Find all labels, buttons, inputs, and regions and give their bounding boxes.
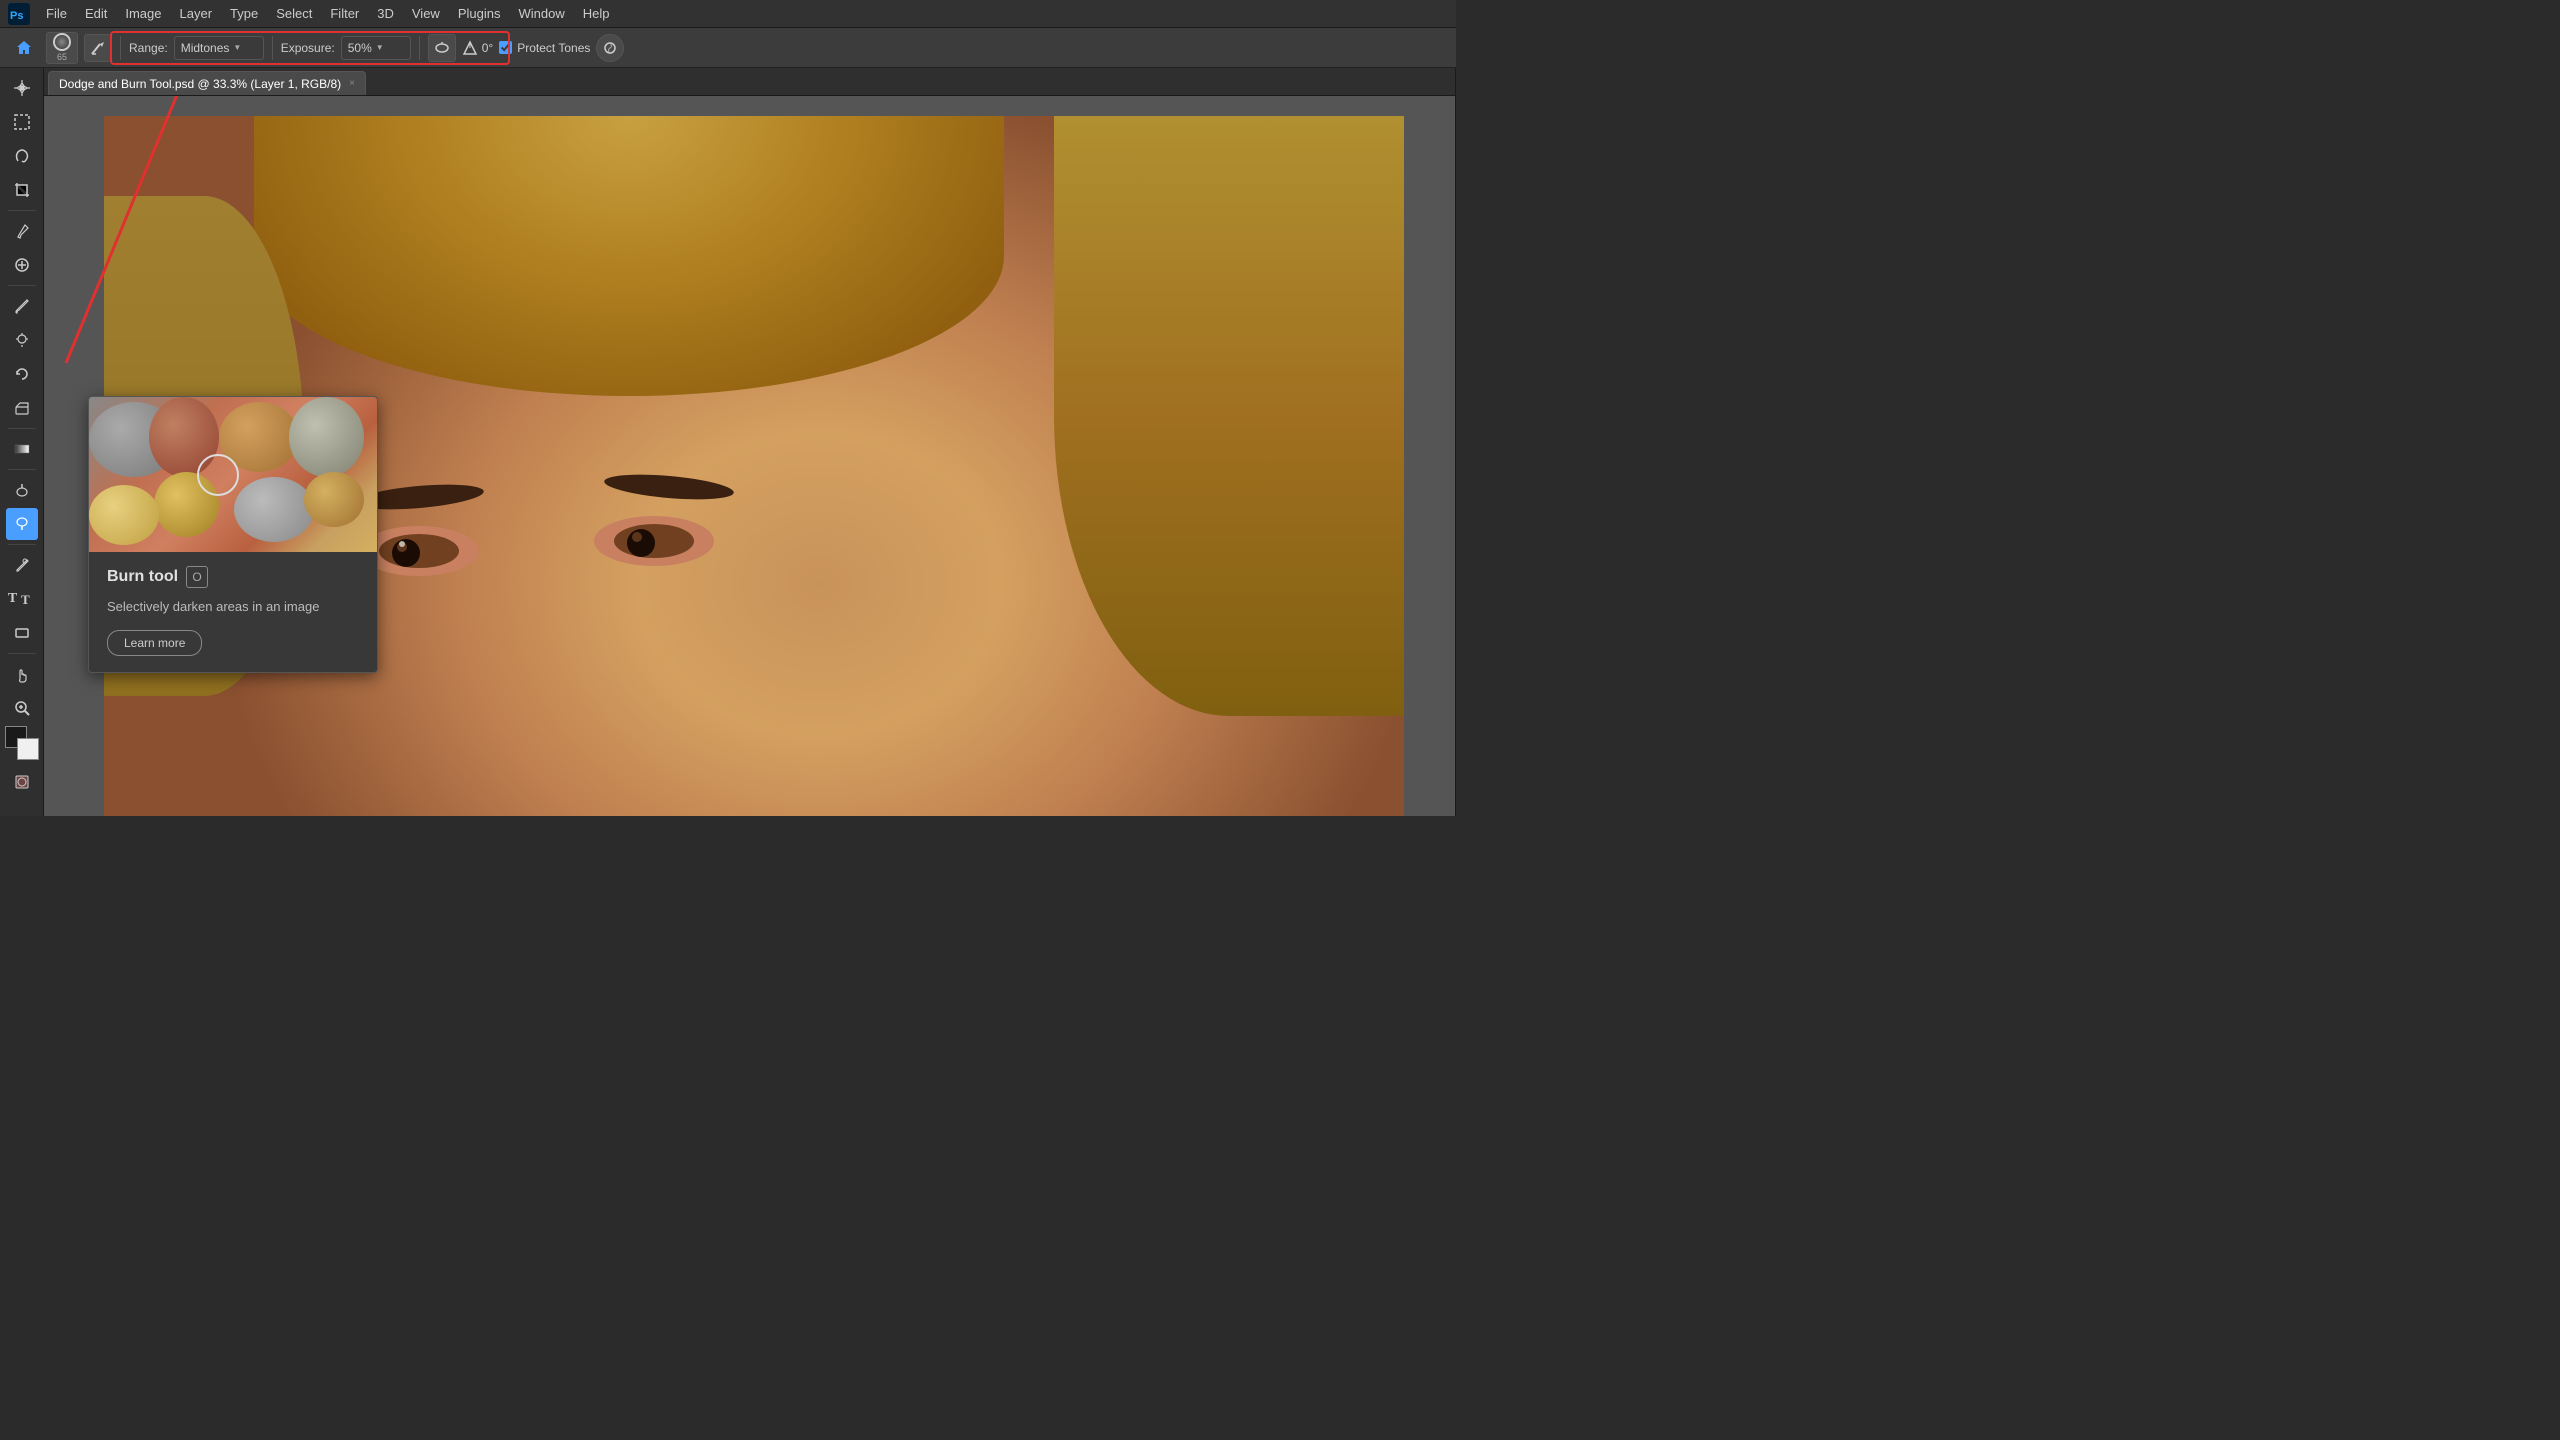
- angle-control[interactable]: 0°: [462, 40, 493, 56]
- brush-icon: [53, 33, 71, 51]
- tool-sep-2: [8, 285, 36, 286]
- menu-edit[interactable]: Edit: [77, 3, 115, 24]
- tooltip-tool-name: Burn tool: [107, 568, 178, 586]
- main-area: T T Dodge and Burn Tool.psd @ 33.3% (Lay…: [0, 68, 1456, 816]
- burn-tool-tooltip: Burn tool O Selectively darken areas in …: [88, 396, 378, 673]
- exposure-arrow-icon: ▼: [376, 43, 384, 52]
- tab-title: Dodge and Burn Tool.psd @ 33.3% (Layer 1…: [59, 77, 341, 91]
- canvas-eye-right: [594, 516, 714, 566]
- tool-lasso[interactable]: [6, 140, 38, 172]
- tool-brush[interactable]: [6, 290, 38, 322]
- tool-eyedropper[interactable]: [6, 215, 38, 247]
- airbrush-button[interactable]: [428, 34, 456, 62]
- right-panel: [1455, 68, 1456, 816]
- tool-clone[interactable]: [6, 324, 38, 356]
- menu-layer[interactable]: Layer: [172, 3, 221, 24]
- tooltip-learn-more-button[interactable]: Learn more: [107, 630, 202, 656]
- menu-filter[interactable]: Filter: [322, 3, 367, 24]
- menu-3d[interactable]: 3D: [369, 3, 402, 24]
- menu-bar: Ps File Edit Image Layer Type Select Fil…: [0, 0, 1456, 28]
- tool-history-brush[interactable]: [6, 358, 38, 390]
- protect-tones-checkbox[interactable]: [499, 41, 512, 54]
- range-arrow-icon: ▼: [233, 43, 241, 52]
- range-label: Range:: [129, 41, 168, 55]
- tool-healing[interactable]: [6, 249, 38, 281]
- tool-dodge[interactable]: [6, 474, 38, 506]
- tooltip-shortcut-key: O: [186, 566, 208, 588]
- protect-tones-label: Protect Tones: [517, 41, 590, 55]
- color-swatches[interactable]: [5, 726, 39, 760]
- separator-1: [120, 36, 121, 60]
- menu-select[interactable]: Select: [268, 3, 320, 24]
- stone-8: [89, 485, 159, 545]
- protect-tones-toggle[interactable]: Protect Tones: [499, 41, 590, 55]
- tool-eraser[interactable]: [6, 392, 38, 424]
- angle-icon: [462, 40, 478, 56]
- separator-3: [419, 36, 420, 60]
- left-toolbar: T T: [0, 68, 44, 816]
- tab-close-button[interactable]: ×: [349, 78, 355, 89]
- range-value: Midtones: [181, 41, 230, 55]
- brush-preset-picker[interactable]: 65: [46, 32, 78, 64]
- tool-burn[interactable]: [6, 508, 38, 540]
- range-dropdown[interactable]: Midtones ▼: [174, 36, 264, 60]
- canvas-hair-right: [1054, 116, 1404, 716]
- tooltip-preview-image: [89, 397, 377, 552]
- exposure-label: Exposure:: [281, 41, 335, 55]
- tool-type[interactable]: T T: [6, 583, 38, 615]
- tool-crop[interactable]: [6, 174, 38, 206]
- burn-cursor-circle: [197, 454, 239, 496]
- tooltip-body: Burn tool O Selectively darken areas in …: [89, 552, 377, 672]
- menu-type[interactable]: Type: [222, 3, 266, 24]
- tool-sep-1: [8, 210, 36, 211]
- separator-2: [272, 36, 273, 60]
- brush-size-label: 65: [57, 52, 67, 62]
- menu-view[interactable]: View: [404, 3, 448, 24]
- tool-pen[interactable]: [6, 549, 38, 581]
- brush-type-button[interactable]: [84, 34, 112, 62]
- tool-shape[interactable]: [6, 617, 38, 649]
- options-bar: 65 Range: Midtones ▼ Exposure: 50% ▼ 0° …: [0, 28, 1456, 68]
- menu-image[interactable]: Image: [117, 3, 169, 24]
- menu-file[interactable]: File: [38, 3, 75, 24]
- svg-text:Ps: Ps: [10, 10, 23, 22]
- tooltip-title-area: Burn tool O: [107, 566, 359, 588]
- vibrance-button[interactable]: [596, 34, 624, 62]
- quick-mask-button[interactable]: [6, 766, 38, 798]
- canvas-area[interactable]: Burn tool O Selectively darken areas in …: [44, 96, 1455, 816]
- tool-sep-6: [8, 653, 36, 654]
- exposure-value: 50%: [348, 41, 372, 55]
- angle-value: 0°: [482, 41, 493, 55]
- svg-text:T: T: [21, 592, 30, 607]
- exposure-dropdown[interactable]: 50% ▼: [341, 36, 411, 60]
- stone-7: [304, 472, 364, 527]
- tab-bar: Dodge and Burn Tool.psd @ 33.3% (Layer 1…: [44, 68, 1455, 96]
- tool-hand[interactable]: [6, 658, 38, 690]
- document-tab[interactable]: Dodge and Burn Tool.psd @ 33.3% (Layer 1…: [48, 71, 366, 95]
- menu-plugins[interactable]: Plugins: [450, 3, 509, 24]
- tool-sep-3: [8, 428, 36, 429]
- ps-logo-icon: Ps: [8, 3, 30, 25]
- tool-sep-5: [8, 544, 36, 545]
- tool-move[interactable]: [6, 72, 38, 104]
- stone-4: [289, 397, 364, 477]
- tool-sep-4: [8, 469, 36, 470]
- background-color[interactable]: [17, 738, 39, 760]
- stone-6: [234, 477, 314, 542]
- tooltip-description: Selectively darken areas in an image: [107, 598, 359, 616]
- workspace: Dodge and Burn Tool.psd @ 33.3% (Layer 1…: [44, 68, 1455, 816]
- tool-marquee[interactable]: [6, 106, 38, 138]
- tool-zoom[interactable]: [6, 692, 38, 724]
- canvas-hair-top: [254, 116, 1004, 396]
- menu-window[interactable]: Window: [510, 3, 572, 24]
- home-button[interactable]: [8, 32, 40, 64]
- menu-help[interactable]: Help: [575, 3, 618, 24]
- tool-gradient[interactable]: [6, 433, 38, 465]
